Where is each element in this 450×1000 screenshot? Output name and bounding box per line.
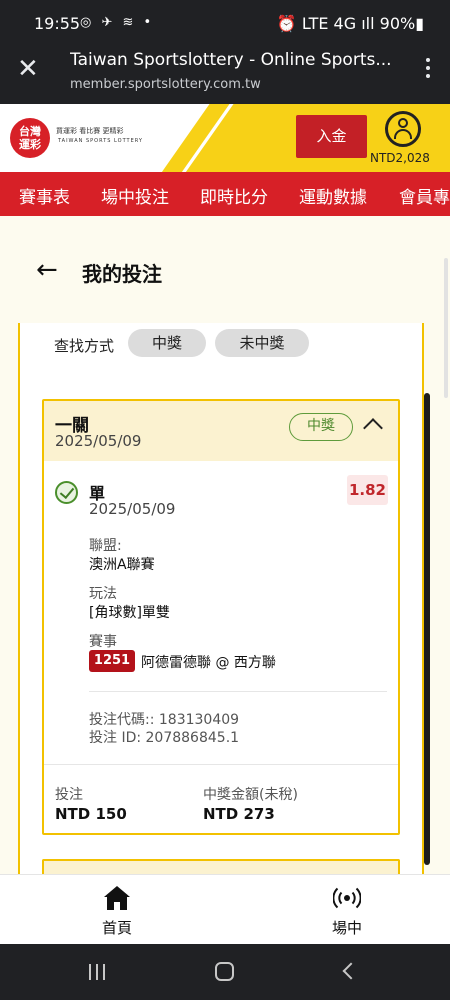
page-scrollbar-track <box>444 258 448 398</box>
browser-bar: ✕ Taiwan Sportslottery - Online Sports..… <box>0 46 450 104</box>
nav-item-schedule[interactable]: 賽事表 <box>19 183 70 208</box>
odds-badge: 1.82 <box>347 475 388 505</box>
bottom-nav-home-label: 首頁 <box>101 919 132 937</box>
bet-card-header[interactable]: 一關 2025/05/09 中獎 <box>44 401 398 461</box>
bottom-nav-live[interactable]: 場中 <box>287 875 407 945</box>
bet-card-date: 2025/05/09 <box>55 432 142 450</box>
home-icon <box>104 886 130 910</box>
page-title: 我的投注 <box>82 262 162 286</box>
page-tab-title: Taiwan Sportslottery - Online Sports... <box>70 50 392 70</box>
deposit-button[interactable]: 入金 <box>296 115 367 158</box>
filter-chip-not-won[interactable]: 未中獎 <box>215 329 309 357</box>
status-right-icons: ⏰ LTE 4G ıll 90%▮ <box>276 14 424 33</box>
bottom-nav-live-label: 場中 <box>331 919 362 937</box>
live-broadcast-icon <box>333 887 361 909</box>
bet-code: 投注代碼:: 183130409 <box>89 712 240 728</box>
system-nav-bar <box>0 944 450 1000</box>
chevron-up-icon[interactable] <box>363 418 383 438</box>
payout-label: 中獎金額(未稅) <box>203 787 298 803</box>
league-label: 聯盟: <box>89 538 122 554</box>
account-avatar-icon[interactable] <box>385 111 421 147</box>
bottom-nav-home[interactable]: 首頁 <box>57 875 177 945</box>
balance-text: NTD2,028 <box>370 151 430 165</box>
filter-chip-won[interactable]: 中獎 <box>128 329 206 357</box>
status-time: 19:55 <box>34 14 81 33</box>
arrow-left-icon[interactable]: ← <box>36 256 58 284</box>
bet-card: 一關 2025/05/09 中獎 單 2025/05/09 1.82 聯盟: 澳… <box>42 399 400 835</box>
logo[interactable]: 台灣 運彩 <box>10 118 50 158</box>
logo-tagline: 買運彩 看比賽 更精彩 <box>56 127 124 135</box>
nav-item-sports-data[interactable]: 運動數據 <box>299 183 367 208</box>
scrollbar-thumb[interactable] <box>424 393 430 865</box>
home-button-icon[interactable] <box>215 962 234 981</box>
back-icon[interactable] <box>342 962 360 980</box>
more-vertical-icon[interactable] <box>426 58 432 82</box>
close-icon[interactable]: ✕ <box>17 56 39 82</box>
market-label: 玩法 <box>89 586 117 602</box>
match-name: 阿德雷德聯 @ 西方聯 <box>141 655 276 671</box>
check-circle-icon <box>55 481 78 504</box>
payout-value: NTD 273 <box>203 805 275 823</box>
status-left-icons: ◎ ✈ ≋ • <box>80 15 155 30</box>
nav-item-member[interactable]: 會員專 <box>399 183 450 208</box>
logo-line-2: 運彩 <box>19 138 41 151</box>
stake-value: NTD 150 <box>55 805 127 823</box>
recent-apps-icon[interactable] <box>89 964 107 980</box>
nav-item-live-betting[interactable]: 場中投注 <box>101 183 169 208</box>
event-label: 賽事 <box>89 634 117 650</box>
stake-label: 投注 <box>55 787 83 803</box>
status-badge: 中獎 <box>289 413 353 441</box>
main-nav: 賽事表 場中投注 即時比分 運動數據 會員專 <box>0 172 450 216</box>
site-header: 台灣 運彩 買運彩 看比賽 更精彩 TAIWAN SPORTS LOTTERY … <box>0 104 450 172</box>
divider <box>89 691 387 692</box>
league-value: 澳洲A聯賽 <box>89 557 155 573</box>
divider <box>44 764 398 765</box>
url-text[interactable]: member.sportslottery.com.tw <box>70 77 261 92</box>
logo-line-1: 台灣 <box>19 125 41 138</box>
bottom-nav: 首頁 場中 <box>0 874 450 944</box>
nav-item-live-scores[interactable]: 即時比分 <box>200 183 268 208</box>
selection-date: 2025/05/09 <box>89 500 176 518</box>
bet-id: 投注 ID: 207886845.1 <box>89 730 240 746</box>
filter-label: 查找方式 <box>54 337 115 355</box>
match-number-badge: 1251 <box>89 650 135 672</box>
market-value: [角球數]單雙 <box>89 605 170 621</box>
logo-english: TAIWAN SPORTS LOTTERY <box>58 138 143 144</box>
status-bar: 19:55 ◎ ✈ ≋ • ⏰ LTE 4G ıll 90%▮ <box>0 0 450 46</box>
